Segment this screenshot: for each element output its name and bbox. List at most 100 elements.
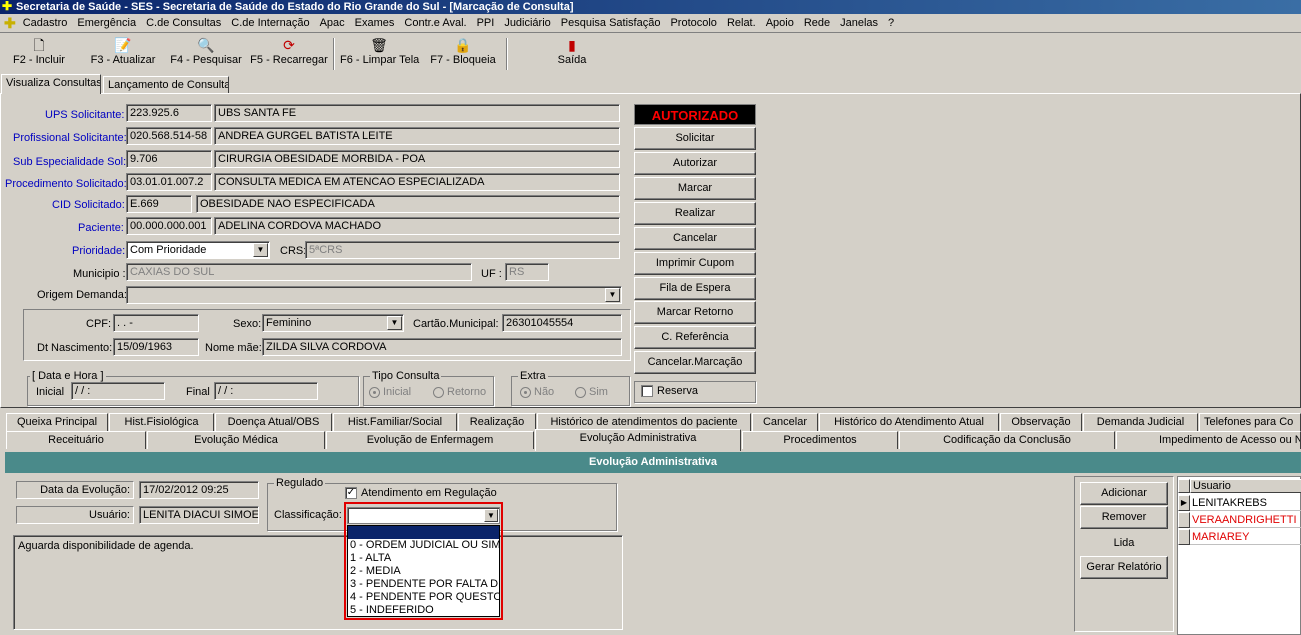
menu-exames[interactable]: Exames xyxy=(350,14,400,33)
adicionar-button[interactable]: Adicionar xyxy=(1080,482,1168,505)
crs-field[interactable]: 5ªCRS xyxy=(305,241,620,259)
tab-queixa-principal[interactable]: Queixa Principal xyxy=(6,413,108,431)
autorizar-button[interactable]: Autorizar xyxy=(634,152,756,175)
menu-ppi[interactable]: PPI xyxy=(472,14,500,33)
menu-help[interactable]: ? xyxy=(883,14,899,33)
recarregar-button[interactable]: ⟳ F5 - Recarregar xyxy=(249,36,329,72)
cid-code-field[interactable]: E.669 xyxy=(126,195,192,213)
tab-hist-familiar[interactable]: Hist.Familiar/Social xyxy=(333,413,457,431)
tab-visualiza-consultas[interactable]: Visualiza Consultas xyxy=(1,74,101,94)
ups-code-field[interactable]: 223.925.6 xyxy=(126,104,212,122)
menu-controle[interactable]: Contr.e Aval. xyxy=(399,14,471,33)
sexo-select[interactable]: Feminino ▼ xyxy=(262,314,404,332)
extra-sim-radio[interactable]: Sim xyxy=(575,384,608,400)
atualizar-button[interactable]: 📝 F3 - Atualizar xyxy=(88,36,158,72)
classificacao-select[interactable]: ▼ xyxy=(347,507,500,524)
profissional-name-field[interactable]: ANDREA GURGEL BATISTA LEITE xyxy=(214,127,620,145)
realizar-button[interactable]: Realizar xyxy=(634,202,756,225)
classificacao-option-2[interactable]: 2 - MEDIA xyxy=(348,565,499,578)
uf-field[interactable]: RS xyxy=(505,263,549,281)
procedimento-name-field[interactable]: CONSULTA MEDICA EM ATENCAO ESPECIALIZADA xyxy=(214,173,620,191)
sub-especialidade-name-field[interactable]: CIRURGIA OBESIDADE MORBIDA - POA xyxy=(214,150,620,168)
cid-name-field[interactable]: OBESIDADE NAO ESPECIFICADA xyxy=(196,195,620,213)
prioridade-select[interactable]: Com Prioridade ▼ xyxy=(126,241,270,259)
tab-realizacao[interactable]: Realização xyxy=(458,413,536,431)
paciente-name-field[interactable]: ADELINA CORDOVA MACHADO xyxy=(214,217,620,235)
evolucao-note-textarea[interactable]: Aguarda disponibilidade de agenda. xyxy=(13,535,623,630)
extra-nao-radio[interactable]: Não xyxy=(520,384,554,400)
menu-apoio[interactable]: Apoio xyxy=(761,14,799,33)
chevron-down-icon[interactable]: ▼ xyxy=(253,243,268,257)
classificacao-option-blank[interactable] xyxy=(348,526,499,539)
classificacao-option-5[interactable]: 5 - INDEFERIDO xyxy=(348,604,499,617)
tab-historico-atual[interactable]: Histórico do Atendimento Atual xyxy=(819,413,999,431)
chevron-down-icon[interactable]: ▼ xyxy=(605,288,620,302)
profissional-code-field[interactable]: 020.568.514-58 xyxy=(126,127,212,145)
municipio-field[interactable]: CAXIAS DO SUL xyxy=(126,263,472,281)
procedimento-code-field[interactable]: 03.01.01.007.2 xyxy=(126,173,212,191)
cancelar-marcacao-button[interactable]: Cancelar.Marcação xyxy=(634,351,756,374)
origem-demanda-select[interactable]: ▼ xyxy=(126,286,622,304)
tab-observacao[interactable]: Observação xyxy=(1000,413,1082,431)
marcar-button[interactable]: Marcar xyxy=(634,177,756,200)
classificacao-option-1[interactable]: 1 - ALTA xyxy=(348,552,499,565)
remover-button[interactable]: Remover xyxy=(1080,506,1168,529)
cartao-municipal-field[interactable]: 26301045554 xyxy=(502,314,622,332)
sub-especialidade-code-field[interactable]: 9.706 xyxy=(126,150,212,168)
limpar-tela-button[interactable]: 🗑 F6 - Limpar Tela xyxy=(340,36,419,72)
imprimir-cupom-button[interactable]: Imprimir Cupom xyxy=(634,252,756,275)
tab-evolucao-medica[interactable]: Evolução Médica xyxy=(147,431,325,449)
data-evolucao-field[interactable]: 17/02/2012 09:25 xyxy=(139,481,259,499)
usuario-field[interactable]: LENITA DIACUI SIMOE xyxy=(139,506,259,524)
tab-telefones[interactable]: Telefones para Co xyxy=(1199,413,1301,431)
fila-espera-button[interactable]: Fila de Espera xyxy=(634,277,756,300)
tab-lancamento-consulta[interactable]: Lançamento de Consulta xyxy=(103,76,229,94)
ups-name-field[interactable]: UBS SANTA FE xyxy=(214,104,620,122)
classificacao-option-0[interactable]: 0 - ORDEM JUDICIAL OU SIMIL xyxy=(348,539,499,552)
paciente-code-field[interactable]: 00.000.000.001 xyxy=(126,217,212,235)
c-referencia-button[interactable]: C. Referência xyxy=(634,326,756,349)
pesquisar-button[interactable]: 🔍 F4 - Pesquisar xyxy=(170,36,242,72)
classificacao-option-3[interactable]: 3 - PENDENTE POR FALTA DE xyxy=(348,578,499,591)
menu-emergencia[interactable]: Emergência xyxy=(72,14,141,33)
cpf-field[interactable]: . . - xyxy=(113,314,199,332)
tab-cancelar[interactable]: Cancelar xyxy=(752,413,818,431)
usuario-row[interactable]: VERAANDRIGHETTI xyxy=(1190,512,1301,528)
tipo-inicial-radio[interactable]: Inicial xyxy=(369,384,411,400)
atendimento-regulacao-checkbox[interactable]: ✓ Atendimento em Regulação xyxy=(345,485,497,501)
menu-protocolo[interactable]: Protocolo xyxy=(665,14,721,33)
tab-procedimentos[interactable]: Procedimentos xyxy=(742,431,898,449)
tab-receituario[interactable]: Receituário xyxy=(6,431,146,449)
usuario-row[interactable]: MARIAREY xyxy=(1190,529,1301,545)
nome-mae-field[interactable]: ZILDA SILVA CORDOVA xyxy=(262,338,622,356)
menu-internacao[interactable]: C.de Internação xyxy=(226,14,314,33)
cancelar-button[interactable]: Cancelar xyxy=(634,227,756,250)
menu-cadastro[interactable]: Cadastro xyxy=(18,14,73,33)
usuario-row[interactable]: LENITAKREBS xyxy=(1190,495,1301,511)
inicial-field[interactable]: / / : xyxy=(71,382,165,400)
dt-nascimento-field[interactable]: 15/09/1963 xyxy=(113,338,199,356)
final-field[interactable]: / / : xyxy=(214,382,318,400)
tab-evolucao-enfermagem[interactable]: Evolução de Enfermagem xyxy=(326,431,534,449)
tab-doenca-atual[interactable]: Doença Atual/OBS xyxy=(215,413,332,431)
tipo-retorno-radio[interactable]: Retorno xyxy=(433,384,486,400)
incluir-button[interactable]: 🗋 F2 - Incluir xyxy=(8,36,70,72)
tab-evolucao-administrativa[interactable]: Evolução Administrativa xyxy=(535,429,741,451)
tab-demanda-judicial[interactable]: Demanda Judicial xyxy=(1083,413,1198,431)
tab-hist-fisiologica[interactable]: Hist.Fisiológica xyxy=(109,413,214,431)
menu-pesquisa[interactable]: Pesquisa Satisfação xyxy=(556,14,666,33)
menu-relat[interactable]: Relat. xyxy=(722,14,761,33)
solicitar-button[interactable]: Solicitar xyxy=(634,127,756,150)
menu-rede[interactable]: Rede xyxy=(799,14,835,33)
classificacao-option-4[interactable]: 4 - PENDENTE POR QUESTOE xyxy=(348,591,499,604)
marcar-retorno-button[interactable]: Marcar Retorno xyxy=(634,301,756,324)
chevron-down-icon[interactable]: ▼ xyxy=(387,316,402,330)
reserva-checkbox[interactable]: Reserva xyxy=(634,381,756,403)
tab-impedimento[interactable]: Impedimento de Acesso ou Nã xyxy=(1116,431,1301,449)
menu-apac[interactable]: Apac xyxy=(315,14,350,33)
menu-consultas[interactable]: C.de Consultas xyxy=(141,14,226,33)
chevron-down-icon[interactable]: ▼ xyxy=(484,509,498,522)
menu-judiciario[interactable]: Judiciário xyxy=(499,14,555,33)
tab-codificacao[interactable]: Codificação da Conclusão xyxy=(899,431,1115,449)
menu-janelas[interactable]: Janelas xyxy=(835,14,883,33)
